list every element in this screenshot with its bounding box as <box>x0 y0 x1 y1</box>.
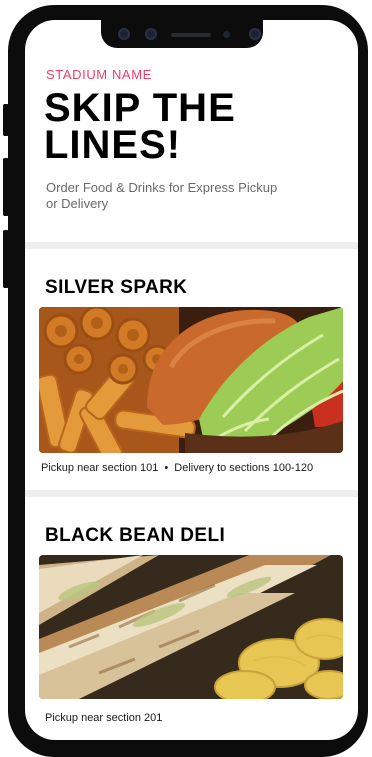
detail-separator: • <box>164 462 169 474</box>
face-id-camera-icon <box>249 28 261 40</box>
app-screen: STADIUM NAME SKIP THE LINES! Order Food … <box>25 20 358 740</box>
burger-fries-photo-icon[interactable] <box>39 307 343 453</box>
earpiece-speaker <box>171 33 211 37</box>
phone-notch <box>101 20 263 48</box>
vendor-details: Pickup near section 201 <box>45 712 162 724</box>
hero-title-line-2: LINES! <box>44 123 182 167</box>
vendor-details: Pickup near section 101 • Delivery to sect… <box>41 462 313 474</box>
sensor-icon <box>145 28 157 40</box>
vendor-delivery-range: Delivery to sections 100-120 <box>174 462 314 474</box>
venue-label: STADIUM NAME <box>46 67 152 82</box>
sandwich-chips-photo-icon[interactable] <box>39 555 343 699</box>
proximity-sensor-icon <box>223 31 230 38</box>
vendor-pickup-location: Pickup near section 101 <box>41 462 159 474</box>
front-camera-icon <box>118 28 130 40</box>
section-divider <box>25 490 358 497</box>
vendor-name: BLACK BEAN DELI <box>45 525 226 546</box>
hero-subtitle: Order Food & Drinks for Express Pickup o… <box>46 180 278 211</box>
vendor-pickup-location: Pickup near section 201 <box>45 712 163 724</box>
vendor-name: SILVER SPARK <box>45 277 188 298</box>
section-divider <box>25 242 358 249</box>
hero-title: SKIP THE LINES! <box>44 88 344 167</box>
